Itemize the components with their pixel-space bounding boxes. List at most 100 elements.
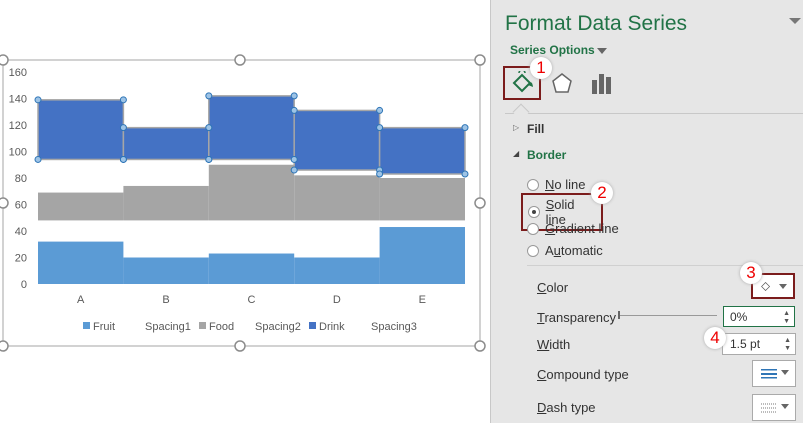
legend-entry-food[interactable]: Food bbox=[209, 321, 234, 333]
selection-handle[interactable] bbox=[119, 124, 127, 132]
selection-handle[interactable] bbox=[205, 92, 213, 100]
dash-type-dropdown[interactable] bbox=[752, 394, 796, 421]
resize-handle[interactable] bbox=[234, 54, 246, 66]
transparency-slider[interactable] bbox=[620, 315, 717, 316]
selection-handle[interactable] bbox=[461, 124, 469, 132]
selection-handle[interactable] bbox=[205, 155, 213, 163]
selection-handle[interactable] bbox=[34, 155, 42, 163]
radio-button[interactable] bbox=[527, 222, 539, 235]
border-section-header[interactable]: Border bbox=[527, 148, 566, 162]
resize-handle[interactable] bbox=[234, 340, 246, 352]
y-tick-label: 20 bbox=[15, 253, 27, 265]
legend-swatch bbox=[83, 322, 90, 329]
compound-type-dropdown[interactable] bbox=[752, 360, 796, 387]
radio-button[interactable] bbox=[527, 244, 539, 257]
chart-svg[interactable]: 0 20 40 60 80 100 120 140 160 A B C D E Fruit Spacing1 F… bbox=[0, 0, 490, 423]
bar-drink-B[interactable] bbox=[122, 126, 210, 161]
format-data-series-pane: Format Data Series Series Options 1 ▷ Fi… bbox=[490, 0, 803, 423]
divider bbox=[527, 265, 803, 266]
bar-food-E[interactable] bbox=[379, 178, 465, 221]
chevron-down-icon[interactable] bbox=[597, 48, 607, 54]
collapsed-triangle-icon[interactable]: ▷ bbox=[513, 123, 519, 132]
x-tick-label: A bbox=[77, 294, 85, 306]
series-options-dropdown[interactable]: Series Options bbox=[510, 43, 595, 57]
resize-handle[interactable] bbox=[474, 340, 486, 352]
bar-fruit-B[interactable] bbox=[123, 257, 209, 285]
transparency-input[interactable]: 0% ▲ ▼ bbox=[723, 306, 795, 327]
bar-drink-C[interactable] bbox=[208, 95, 295, 161]
x-tick-label: E bbox=[419, 294, 426, 306]
bar-fruit-E[interactable] bbox=[379, 227, 465, 284]
resize-handle[interactable] bbox=[474, 197, 486, 209]
selection-handle[interactable] bbox=[205, 124, 213, 132]
selection-handle[interactable] bbox=[290, 155, 298, 163]
legend-entry-drink[interactable]: Drink bbox=[319, 321, 345, 333]
transparency-label: Transparency bbox=[537, 310, 617, 325]
selection-handle[interactable] bbox=[290, 106, 298, 114]
paint-bucket-icon: ⬦ bbox=[761, 278, 771, 293]
expanded-triangle-icon[interactable]: ◢ bbox=[513, 149, 519, 158]
compound-lines-icon bbox=[761, 369, 777, 379]
bar-food-A[interactable] bbox=[38, 192, 124, 221]
selection-handle[interactable] bbox=[376, 106, 384, 114]
selection-handle[interactable] bbox=[376, 170, 384, 178]
spinner-icon[interactable]: ▲ ▼ bbox=[784, 337, 791, 353]
dash-type-label: Dash type bbox=[537, 400, 596, 415]
selection-handle[interactable] bbox=[119, 155, 127, 163]
paint-bucket-icon bbox=[512, 71, 533, 93]
y-tick-label: 100 bbox=[9, 147, 27, 159]
legend-entry-fruit[interactable]: Fruit bbox=[93, 321, 115, 333]
callout-1: 1 bbox=[530, 57, 552, 79]
bar-fruit-D[interactable] bbox=[294, 257, 380, 285]
chart-area[interactable]: 0 20 40 60 80 100 120 140 160 A B C D E Fruit Spacing1 F… bbox=[0, 0, 490, 423]
selection-handle[interactable] bbox=[119, 96, 127, 104]
selection-handle[interactable] bbox=[290, 92, 298, 100]
legend-entry-spacing2[interactable]: Spacing2 bbox=[255, 321, 301, 333]
radio-button[interactable] bbox=[527, 178, 539, 191]
radio-label: No line bbox=[545, 177, 586, 192]
y-tick-label: 60 bbox=[15, 200, 27, 212]
bar-drink-A[interactable] bbox=[37, 99, 125, 161]
divider bbox=[505, 113, 803, 114]
fill-section-header[interactable]: Fill bbox=[527, 122, 544, 136]
bar-food-C[interactable] bbox=[208, 164, 295, 221]
selection-handle[interactable] bbox=[461, 170, 469, 178]
radio-label: Gradient line bbox=[545, 221, 619, 236]
bar-food-D[interactable] bbox=[294, 175, 380, 221]
y-tick-label: 140 bbox=[9, 94, 27, 106]
legend-swatch bbox=[309, 322, 316, 329]
radio-gradient-line[interactable]: Gradient line bbox=[527, 221, 619, 236]
radio-no-line[interactable]: No line bbox=[527, 177, 585, 192]
spinner-icon[interactable]: ▲ ▼ bbox=[783, 310, 790, 326]
color-label: Color bbox=[537, 280, 569, 295]
bar-fruit-C[interactable] bbox=[208, 253, 295, 284]
resize-handle[interactable] bbox=[0, 197, 9, 209]
resize-handle[interactable] bbox=[0, 340, 9, 352]
legend-entry-spacing1[interactable]: Spacing1 bbox=[145, 321, 191, 333]
series-options-tab[interactable] bbox=[583, 66, 621, 100]
bar-drink-D[interactable] bbox=[293, 109, 381, 171]
bar-drink-E[interactable] bbox=[378, 126, 466, 175]
radio-button-checked[interactable] bbox=[528, 206, 540, 218]
resize-handle[interactable] bbox=[0, 54, 9, 66]
selection-handle[interactable] bbox=[290, 166, 298, 174]
radio-automatic[interactable]: Automatic bbox=[527, 243, 603, 258]
width-input[interactable]: 1.5 pt ▲ ▼ bbox=[722, 333, 796, 355]
y-tick-label: 40 bbox=[15, 226, 27, 238]
legend-entry-spacing3[interactable]: Spacing3 bbox=[371, 321, 417, 333]
width-value: 1.5 pt bbox=[730, 337, 761, 351]
pane-options-arrow-icon[interactable] bbox=[789, 18, 801, 24]
dash-lines-icon bbox=[761, 403, 777, 413]
tab-pointer bbox=[512, 103, 530, 121]
x-tick-label: D bbox=[333, 294, 341, 306]
selection-handle[interactable] bbox=[34, 96, 42, 104]
legend-swatch bbox=[199, 322, 206, 329]
bar-food-B[interactable] bbox=[123, 185, 209, 221]
resize-handle[interactable] bbox=[474, 54, 486, 66]
callout-2: 2 bbox=[591, 182, 613, 204]
bar-chart-icon bbox=[592, 74, 611, 94]
chevron-down-icon bbox=[779, 284, 787, 289]
callout-3: 3 bbox=[740, 262, 762, 284]
bar-fruit-A[interactable] bbox=[38, 241, 124, 284]
selection-handle[interactable] bbox=[376, 124, 384, 132]
